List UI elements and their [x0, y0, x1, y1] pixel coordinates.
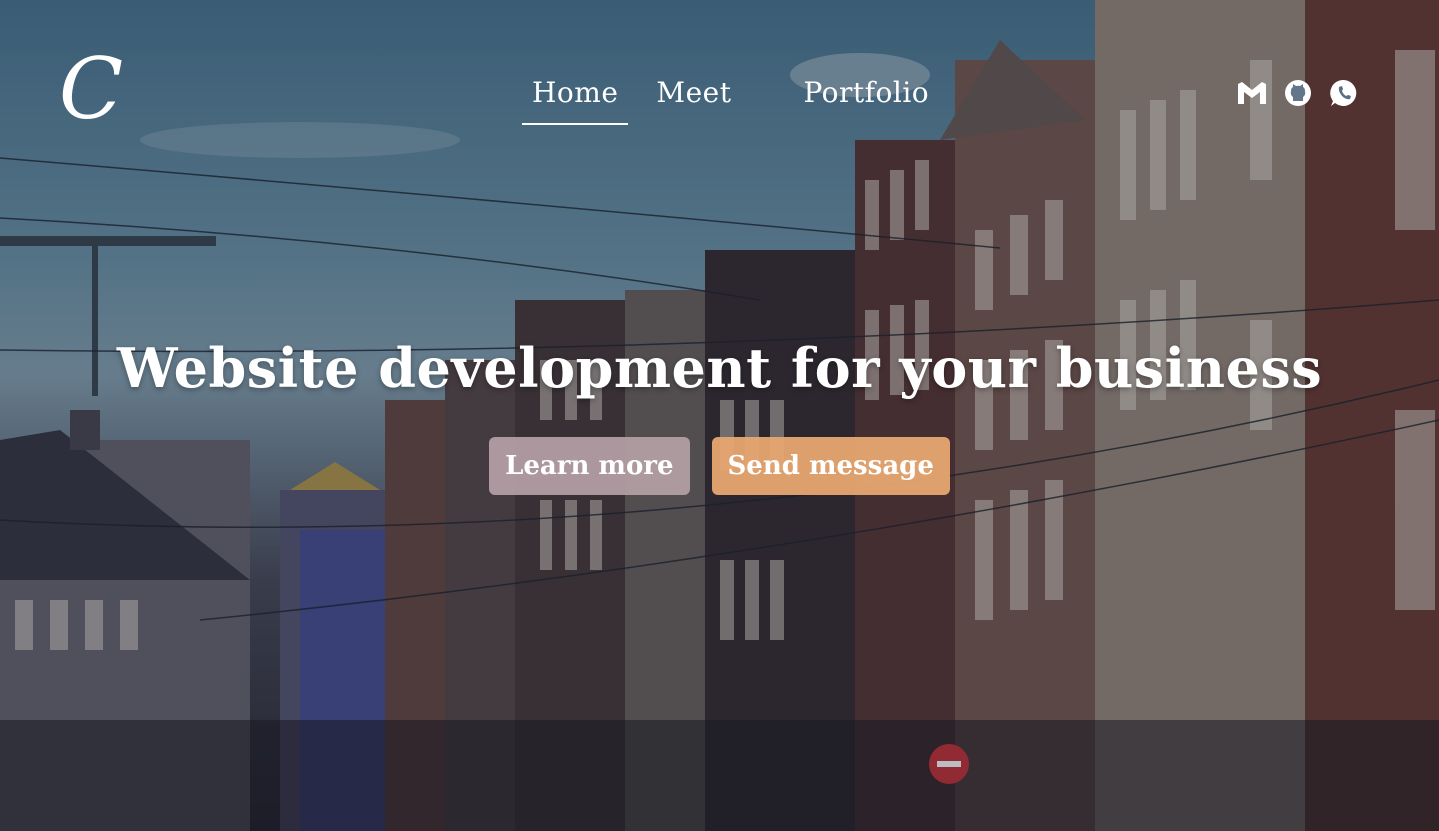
main-nav: Home Meet Portfolio	[522, 66, 957, 126]
learn-more-button[interactable]: Learn more	[489, 437, 690, 495]
github-icon[interactable]	[1283, 78, 1313, 108]
hero-actions: Learn more Send message	[0, 437, 1439, 495]
brand-logo-glyph: C	[58, 40, 124, 138]
send-message-button[interactable]: Send message	[711, 437, 950, 495]
whatsapp-icon[interactable]	[1329, 78, 1359, 108]
brand-logo[interactable]: C	[46, 44, 136, 134]
nav-item-home[interactable]: Home	[522, 66, 629, 125]
hero-headline: Website development for your business	[116, 336, 1323, 401]
nav-item-meet[interactable]: Meet	[646, 66, 741, 123]
gmail-icon[interactable]	[1237, 78, 1267, 108]
hero-section: C Home Meet Portfolio Website developmen…	[0, 0, 1439, 831]
social-links	[1237, 78, 1359, 108]
nav-item-portfolio[interactable]: Portfolio	[793, 66, 939, 123]
